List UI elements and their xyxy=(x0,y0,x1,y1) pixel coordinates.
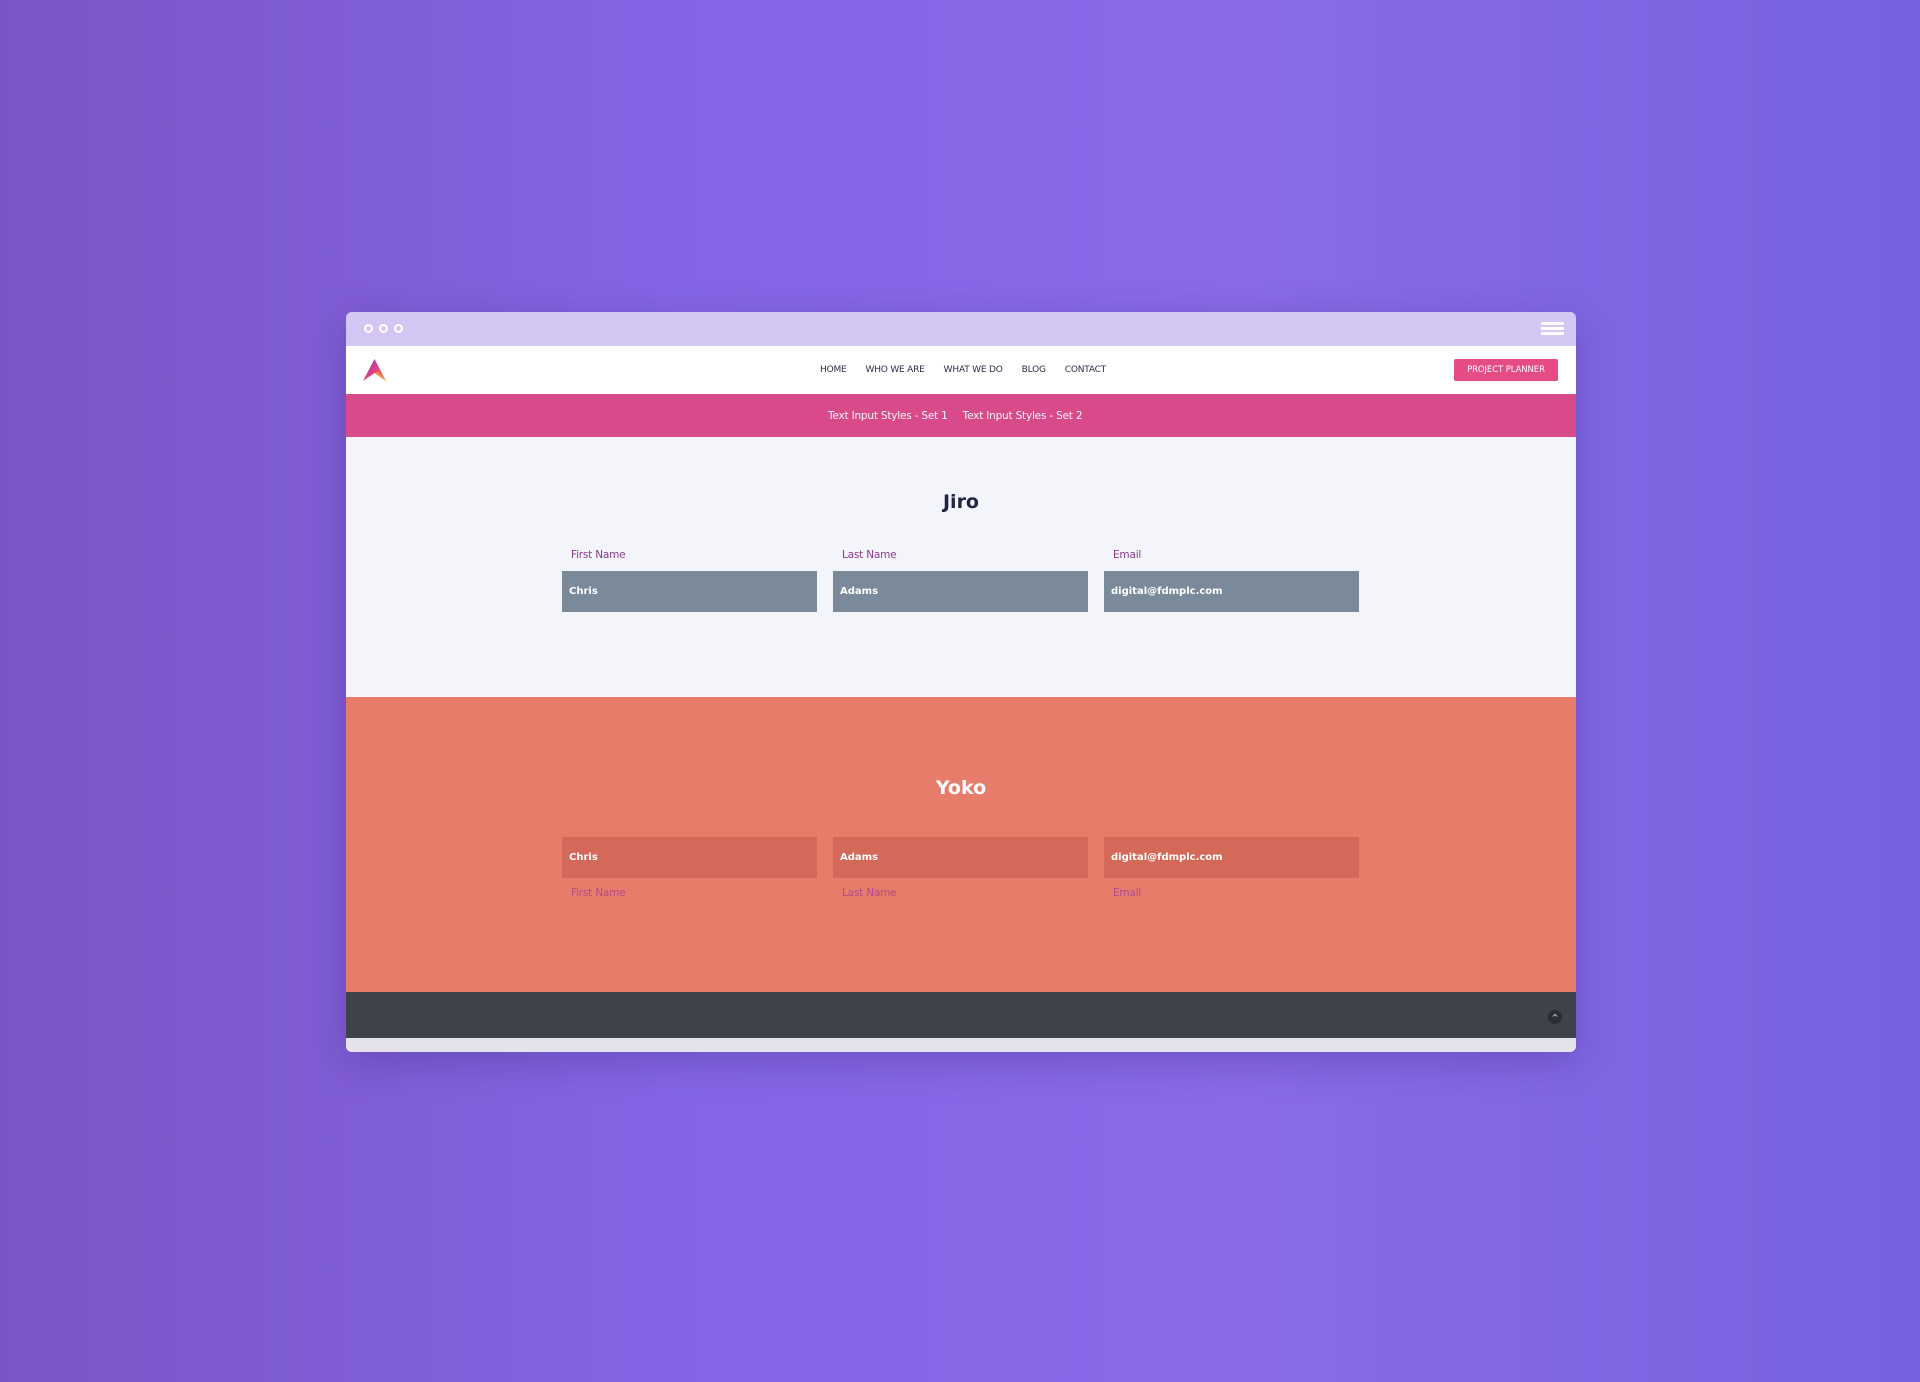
jiro-first-name-label: First Name xyxy=(571,549,626,561)
window-bottom-edge xyxy=(346,1038,1576,1052)
nav-contact[interactable]: CONTACT xyxy=(1065,365,1106,375)
jiro-email-label: Email xyxy=(1113,549,1142,561)
jiro-last-name-label: Last Name xyxy=(842,549,897,561)
project-planner-button[interactable]: PROJECT PLANNER xyxy=(1454,359,1558,381)
yoko-first-name-input[interactable] xyxy=(562,837,817,878)
circle-icon[interactable] xyxy=(364,324,373,333)
yoko-title: Yoko xyxy=(935,777,987,799)
yoko-last-name-input[interactable] xyxy=(833,837,1088,878)
main-nav: HOME WHO WE ARE WHAT WE DO BLOG CONTACT xyxy=(820,346,1125,394)
yoko-first-name-label: First Name xyxy=(571,887,626,899)
nav-who-we-are[interactable]: WHO WE ARE xyxy=(866,365,925,375)
jiro-email-input[interactable] xyxy=(1104,571,1359,612)
site-header: HOME WHO WE ARE WHAT WE DO BLOG CONTACT … xyxy=(346,346,1576,394)
browser-chrome xyxy=(346,312,1576,346)
brand-logo-icon[interactable] xyxy=(362,358,387,382)
browser-window: HOME WHO WE ARE WHAT WE DO BLOG CONTACT … xyxy=(346,312,1576,1052)
circle-icon[interactable] xyxy=(379,324,388,333)
nav-what-we-do[interactable]: WHAT WE DO xyxy=(944,365,1003,375)
nav-home[interactable]: HOME xyxy=(820,365,847,375)
yoko-email-label: Email xyxy=(1113,887,1142,899)
jiro-last-name-input[interactable] xyxy=(833,571,1088,612)
jiro-section: Jiro First Name Last Name Email xyxy=(346,437,1576,697)
jiro-first-name-input[interactable] xyxy=(562,571,817,612)
subnav-link-set-2[interactable]: Text Input Styles - Set 2 xyxy=(963,410,1083,422)
yoko-section: Yoko First Name Last Name Email xyxy=(346,697,1576,992)
subnav-link-set-1[interactable]: Text Input Styles - Set 1 xyxy=(828,410,948,422)
jiro-title: Jiro xyxy=(942,491,979,513)
site-footer: ^ xyxy=(346,992,1576,1038)
hamburger-icon[interactable] xyxy=(1541,322,1564,336)
yoko-last-name-label: Last Name xyxy=(842,887,897,899)
circle-icon[interactable] xyxy=(394,324,403,333)
chevron-up-icon[interactable]: ^ xyxy=(1548,1010,1562,1024)
subnav-bar: Text Input Styles - Set 1 Text Input Sty… xyxy=(346,394,1576,437)
yoko-email-input[interactable] xyxy=(1104,837,1359,878)
nav-blog[interactable]: BLOG xyxy=(1022,365,1046,375)
